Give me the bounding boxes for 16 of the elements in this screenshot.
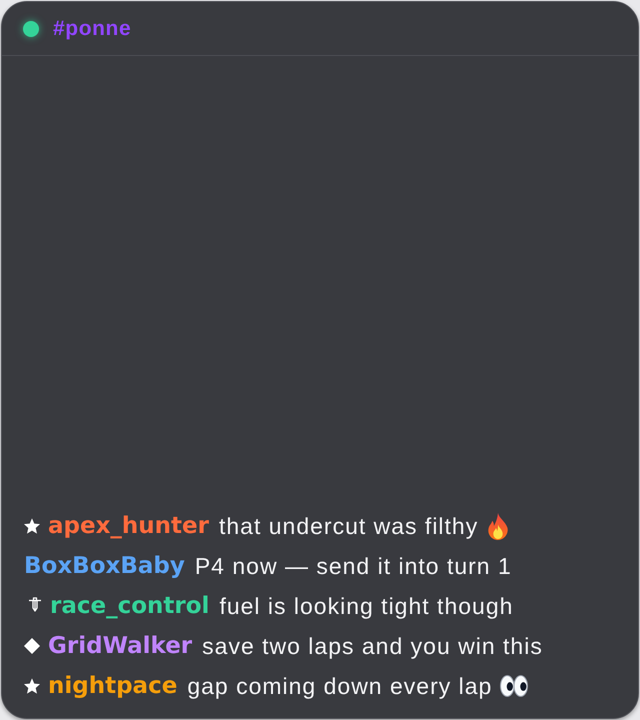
message-text: fuel is looking tight though: [219, 592, 514, 621]
username[interactable]: nightpace: [48, 668, 178, 704]
message-text: P4 now — send it into turn 1: [194, 552, 512, 581]
username[interactable]: race_control: [50, 588, 210, 624]
message-text: that undercut was filthy: [218, 512, 478, 541]
fire-icon: [486, 512, 510, 540]
username[interactable]: BoxBoxBaby: [24, 548, 185, 584]
username[interactable]: GridWalker: [48, 628, 192, 664]
channel-name: #ponne: [53, 16, 132, 42]
star-icon: [24, 518, 40, 534]
star-icon: [24, 678, 40, 694]
eyes-icon: [500, 675, 528, 697]
username[interactable]: apex_hunter: [48, 508, 209, 544]
message-text: save two laps and you win this: [202, 632, 543, 661]
diamond-icon: [24, 638, 40, 654]
message-text: gap coming down every lap: [187, 672, 492, 701]
